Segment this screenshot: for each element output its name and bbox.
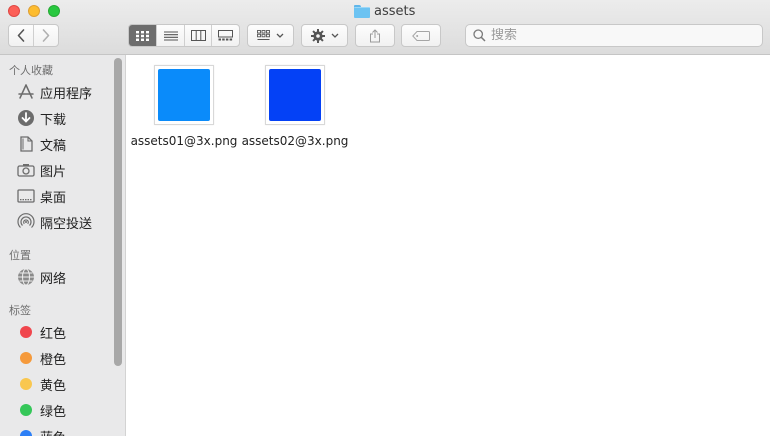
arrange-button[interactable] xyxy=(247,24,294,47)
tag-dot-icon xyxy=(20,378,32,390)
image-preview xyxy=(158,69,210,121)
tag-dot-icon xyxy=(20,326,32,338)
sidebar-item-label: 应用程序 xyxy=(40,86,93,102)
icon-view-button[interactable] xyxy=(129,25,157,46)
tag-dot-icon xyxy=(20,430,32,436)
search-input[interactable] xyxy=(491,28,751,43)
tag-button[interactable] xyxy=(401,24,441,47)
forward-button[interactable] xyxy=(33,25,58,46)
sidebar-item-airdrop[interactable]: 隔空投送 xyxy=(16,211,92,233)
tags-section-title: 标签 xyxy=(9,304,31,317)
tag-dot-icon xyxy=(20,404,32,416)
favorites-section-title: 个人收藏 xyxy=(9,64,53,77)
sidebar-item-label: 蓝色 xyxy=(40,427,66,436)
window-title-text: assets xyxy=(374,3,416,19)
share-button[interactable] xyxy=(355,24,395,47)
file-name: assets01@3x.png xyxy=(130,134,238,148)
desktop-icon xyxy=(16,187,35,206)
sidebar-item-label: 绿色 xyxy=(40,404,67,420)
gallery-view-button[interactable] xyxy=(211,25,239,46)
search-field[interactable] xyxy=(465,24,763,47)
image-preview xyxy=(269,69,321,121)
list-view-icon xyxy=(163,30,178,41)
sidebar-item-documents[interactable]: 文稿 xyxy=(16,133,66,155)
column-view-button[interactable] xyxy=(183,25,212,46)
downloads-icon xyxy=(16,109,35,128)
file-item[interactable]: assets01@3x.png xyxy=(129,65,239,148)
share-icon xyxy=(370,28,380,42)
documents-icon xyxy=(16,135,35,154)
sidebar-tag-yellow[interactable]: 黄色 xyxy=(16,373,66,395)
sidebar-item-label: 红色 xyxy=(40,326,67,342)
view-mode-group xyxy=(128,24,240,47)
sidebar-tag-green[interactable]: 绿色 xyxy=(16,399,66,421)
sidebar-item-desktop[interactable]: 桌面 xyxy=(16,185,66,207)
chevron-down-icon xyxy=(331,33,338,38)
sidebar-tag-blue[interactable]: 蓝色 xyxy=(16,425,66,436)
gallery-view-icon xyxy=(218,30,234,41)
toolbar: assets xyxy=(0,0,770,55)
action-button[interactable] xyxy=(301,24,348,47)
search-icon xyxy=(473,29,486,42)
finder-window: assets 搜索 个人收藏 应用程序 下载 文稿 图片 桌面 隔空投送 位置 … xyxy=(0,0,770,436)
gear-icon xyxy=(310,28,325,43)
file-name: assets02@3x.png xyxy=(241,134,349,148)
file-item[interactable]: assets02@3x.png xyxy=(240,65,350,148)
navigation-buttons xyxy=(8,24,59,47)
file-browser-content: assets01@3x.png assets02@3x.png xyxy=(127,55,770,436)
sidebar-item-label: 黄色 xyxy=(40,378,67,394)
sidebar-item-label: 橙色 xyxy=(40,352,67,368)
chevron-right-icon xyxy=(42,29,50,42)
applications-icon xyxy=(16,83,35,102)
sidebar-item-label: 文稿 xyxy=(40,138,67,154)
sidebar-item-label: 网络 xyxy=(40,271,67,287)
group-icon xyxy=(257,30,270,40)
icon-view-icon xyxy=(135,30,149,41)
tag-icon xyxy=(412,30,430,41)
sidebar-item-label: 图片 xyxy=(40,164,67,180)
sidebar-tag-red[interactable]: 红色 xyxy=(16,321,66,343)
chevron-down-icon xyxy=(276,33,284,38)
close-window-button[interactable] xyxy=(8,5,20,17)
network-icon xyxy=(16,268,35,287)
tag-dot-icon xyxy=(20,352,32,364)
file-thumbnail xyxy=(265,65,325,125)
sidebar-item-label: 桌面 xyxy=(40,190,67,206)
list-view-button[interactable] xyxy=(156,25,184,46)
sidebar-item-pictures[interactable]: 图片 xyxy=(16,159,66,181)
sidebar-item-downloads[interactable]: 下载 xyxy=(16,107,66,129)
sidebar-tag-orange[interactable]: 橙色 xyxy=(16,347,66,369)
minimize-window-button[interactable] xyxy=(28,5,40,17)
back-button[interactable] xyxy=(9,25,33,46)
sidebar-item-label: 隔空投送 xyxy=(40,216,93,232)
sidebar-item-applications[interactable]: 应用程序 xyxy=(16,81,92,103)
sidebar: 个人收藏 应用程序 下载 文稿 图片 桌面 隔空投送 位置 网络 标签 红色 橙… xyxy=(0,55,126,436)
camera-icon xyxy=(16,161,35,180)
airdrop-icon xyxy=(16,213,35,232)
folder-icon xyxy=(354,4,370,18)
sidebar-item-network[interactable]: 网络 xyxy=(16,266,66,288)
chevron-left-icon xyxy=(17,29,25,42)
column-view-icon xyxy=(190,30,206,41)
file-thumbnail xyxy=(154,65,214,125)
window-title: assets xyxy=(354,3,415,19)
zoom-window-button[interactable] xyxy=(48,5,60,17)
locations-section-title: 位置 xyxy=(9,249,31,262)
sidebar-scrollbar[interactable] xyxy=(114,58,122,366)
sidebar-item-label: 下载 xyxy=(40,112,67,128)
